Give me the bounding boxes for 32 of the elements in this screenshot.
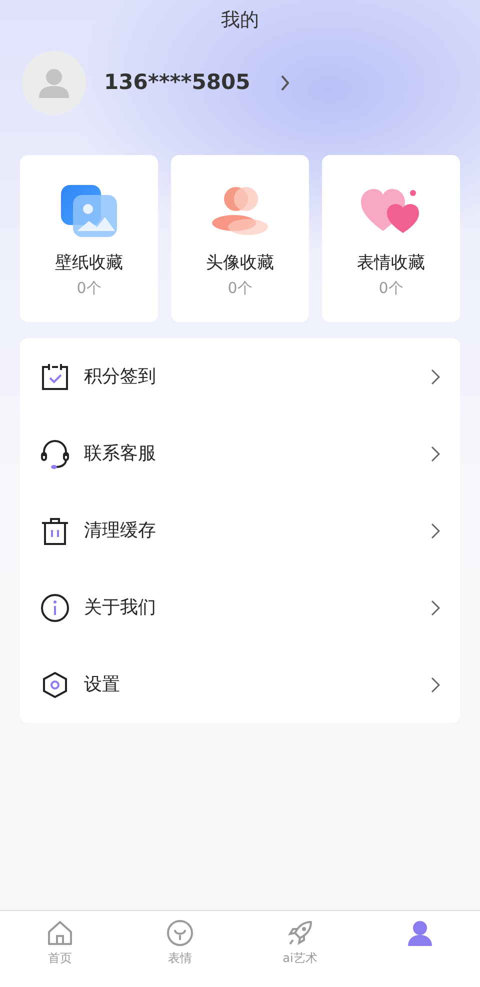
phone-number[interactable]: 136****5805 — [104, 67, 250, 99]
collection-label: 壁纸收藏 — [55, 252, 123, 275]
info-icon — [40, 592, 70, 622]
collection-count: 0个 — [378, 278, 404, 298]
chevron-icon — [431, 676, 440, 692]
menu-item[interactable]: 设置 — [40, 646, 440, 723]
chevron-icon — [431, 522, 440, 538]
rocket-icon — [286, 919, 314, 947]
chevron-icon[interactable] — [280, 74, 290, 92]
smile-icon — [166, 919, 194, 947]
menu-item[interactable]: 清理缓存 — [40, 492, 440, 569]
trash-icon — [40, 516, 70, 546]
chevron-icon — [431, 446, 440, 462]
settings-icon — [40, 670, 70, 700]
collection-card[interactable]: 表情收藏 0个 — [322, 155, 460, 322]
chevron-icon — [431, 368, 440, 384]
menu-item[interactable]: 关于我们 — [40, 569, 440, 646]
menu-item[interactable]: 积分签到 — [40, 338, 440, 415]
collection-count: 0个 — [76, 278, 102, 298]
menu-item[interactable]: 联系客服 — [40, 415, 440, 492]
collection-card[interactable]: 头像收藏 0个 — [171, 155, 309, 322]
collection-count: 0个 — [228, 278, 252, 298]
collection-card[interactable]: 壁纸收藏 0个 — [20, 155, 158, 322]
calendar-icon — [40, 362, 70, 390]
image-icon — [59, 183, 119, 239]
chevron-icon — [431, 600, 440, 616]
collection-label: 表情收藏 — [357, 252, 425, 275]
home-icon — [46, 919, 74, 947]
person-icon — [406, 919, 434, 947]
collection-label: 头像收藏 — [206, 252, 274, 275]
headset-icon — [40, 438, 70, 468]
page-title: 我的 — [220, 8, 260, 33]
